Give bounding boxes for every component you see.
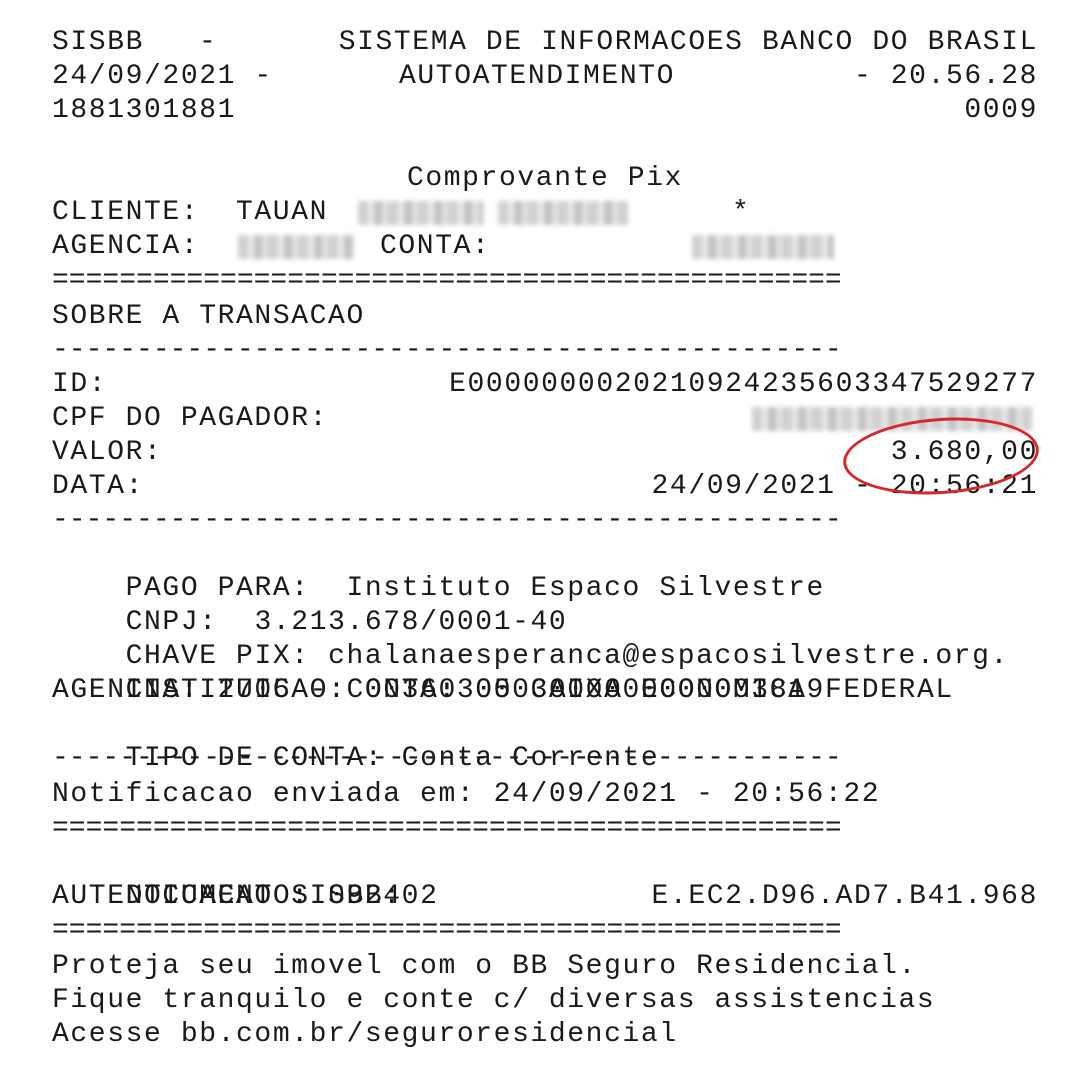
transaction-id-value: E0000000020210924235603347529277 xyxy=(449,369,1038,400)
paid-to-line: PAGO PARA: Instituto Espaco Silvestre xyxy=(52,538,1038,604)
payer-cpf-label: CPF DO PAGADOR: xyxy=(52,403,329,434)
single-separator-3: ----------------------------------------… xyxy=(52,743,842,774)
footer-line-1: Proteja seu imovel com o BB Seguro Resid… xyxy=(52,951,917,982)
pix-key-line: CHAVE PIX: chalanaesperanca@espacosilves… xyxy=(52,606,1038,672)
cnpj-line: CNPJ: 3.213.678/0001-40 xyxy=(52,572,1038,638)
pix-receipt: SISBB - SISTEMA DE INFORMACOES BANCO DO … xyxy=(0,0,1078,1069)
footer-line-2: Fique tranquilo e conte c/ diversas assi… xyxy=(52,985,936,1016)
header-dash: - xyxy=(199,27,218,58)
header-line-3: 1881301881 0009 xyxy=(52,94,1038,128)
receipt-title: Comprovante Pix xyxy=(406,163,684,194)
amount-label: VALOR: xyxy=(52,437,163,468)
institution-line: INSTITUICAO: 00360305 CAIXA ECONOMICA FE… xyxy=(52,640,1038,706)
header-channel: AUTOATENDIMENTO xyxy=(399,61,676,92)
header-line-2: 24/09/2021 - AUTOATENDIMENTO - 20.56.28 xyxy=(52,60,1038,94)
single-separator-2: ----------------------------------------… xyxy=(52,505,842,536)
client-first-name: TAUAN xyxy=(236,197,329,228)
terminal-number: 1881301881 xyxy=(52,95,237,126)
account-type-line: TIPO DE CONTA: Conta Corrente xyxy=(52,708,1038,774)
client-star: * xyxy=(732,197,751,228)
redacted-surname-1 xyxy=(358,201,484,225)
document-line: DOCUMENTO: 092402 xyxy=(52,846,1038,912)
section-transaction-title: SOBRE A TRANSACAO xyxy=(52,301,365,332)
client-label: CLIENTE: xyxy=(52,197,200,228)
redacted-surname-2 xyxy=(498,201,628,225)
redacted-account xyxy=(692,235,834,259)
double-separator-1: ========================================… xyxy=(52,265,842,296)
account-label: CONTA: xyxy=(380,231,491,262)
transaction-id-label: ID: xyxy=(52,369,108,400)
footer-line-3: Acesse bb.com.br/seguroresidencial xyxy=(52,1019,678,1050)
system-name: SISTEMA DE INFORMACOES BANCO DO BRASIL xyxy=(338,27,1038,58)
client-account-line: AGENCIA: CONTA: xyxy=(52,230,1038,264)
receipt-title-line: Comprovante Pix xyxy=(52,128,1038,194)
double-separator-2: ========================================… xyxy=(52,813,842,844)
notification-line: Notificacao enviada em: 24/09/2021 - 20:… xyxy=(52,779,881,810)
transaction-id-line: ID: E0000000020210924235603347529277 xyxy=(52,368,1038,402)
sequence-number: 0009 xyxy=(964,95,1038,126)
authentication-line: AUTENTICACAO SISBB: E.EC2.D96.AD7.B41.96… xyxy=(52,880,1038,914)
redacted-agency xyxy=(238,235,354,259)
transaction-date-label: DATA: xyxy=(52,471,145,502)
double-separator-3: ========================================… xyxy=(52,915,842,946)
client-line: CLIENTE: TAUAN * xyxy=(52,196,1038,230)
header-date: 24/09/2021 - xyxy=(52,61,273,92)
header-time: - 20.56.28 xyxy=(853,61,1038,92)
authentication-value: E.EC2.D96.AD7.B41.968 xyxy=(651,881,1038,912)
authentication-label: AUTENTICACAO SISBB: xyxy=(52,881,402,912)
header-line-1: SISBB - SISTEMA DE INFORMACOES BANCO DO … xyxy=(52,26,1038,60)
agency-label: AGENCIA: xyxy=(52,231,200,262)
payee-agency-account-line: AGENCIA: 2705 - CONTA: 00030000000000038… xyxy=(52,675,825,706)
system-code: SISBB xyxy=(52,27,145,58)
single-separator-1: ----------------------------------------… xyxy=(52,335,842,366)
